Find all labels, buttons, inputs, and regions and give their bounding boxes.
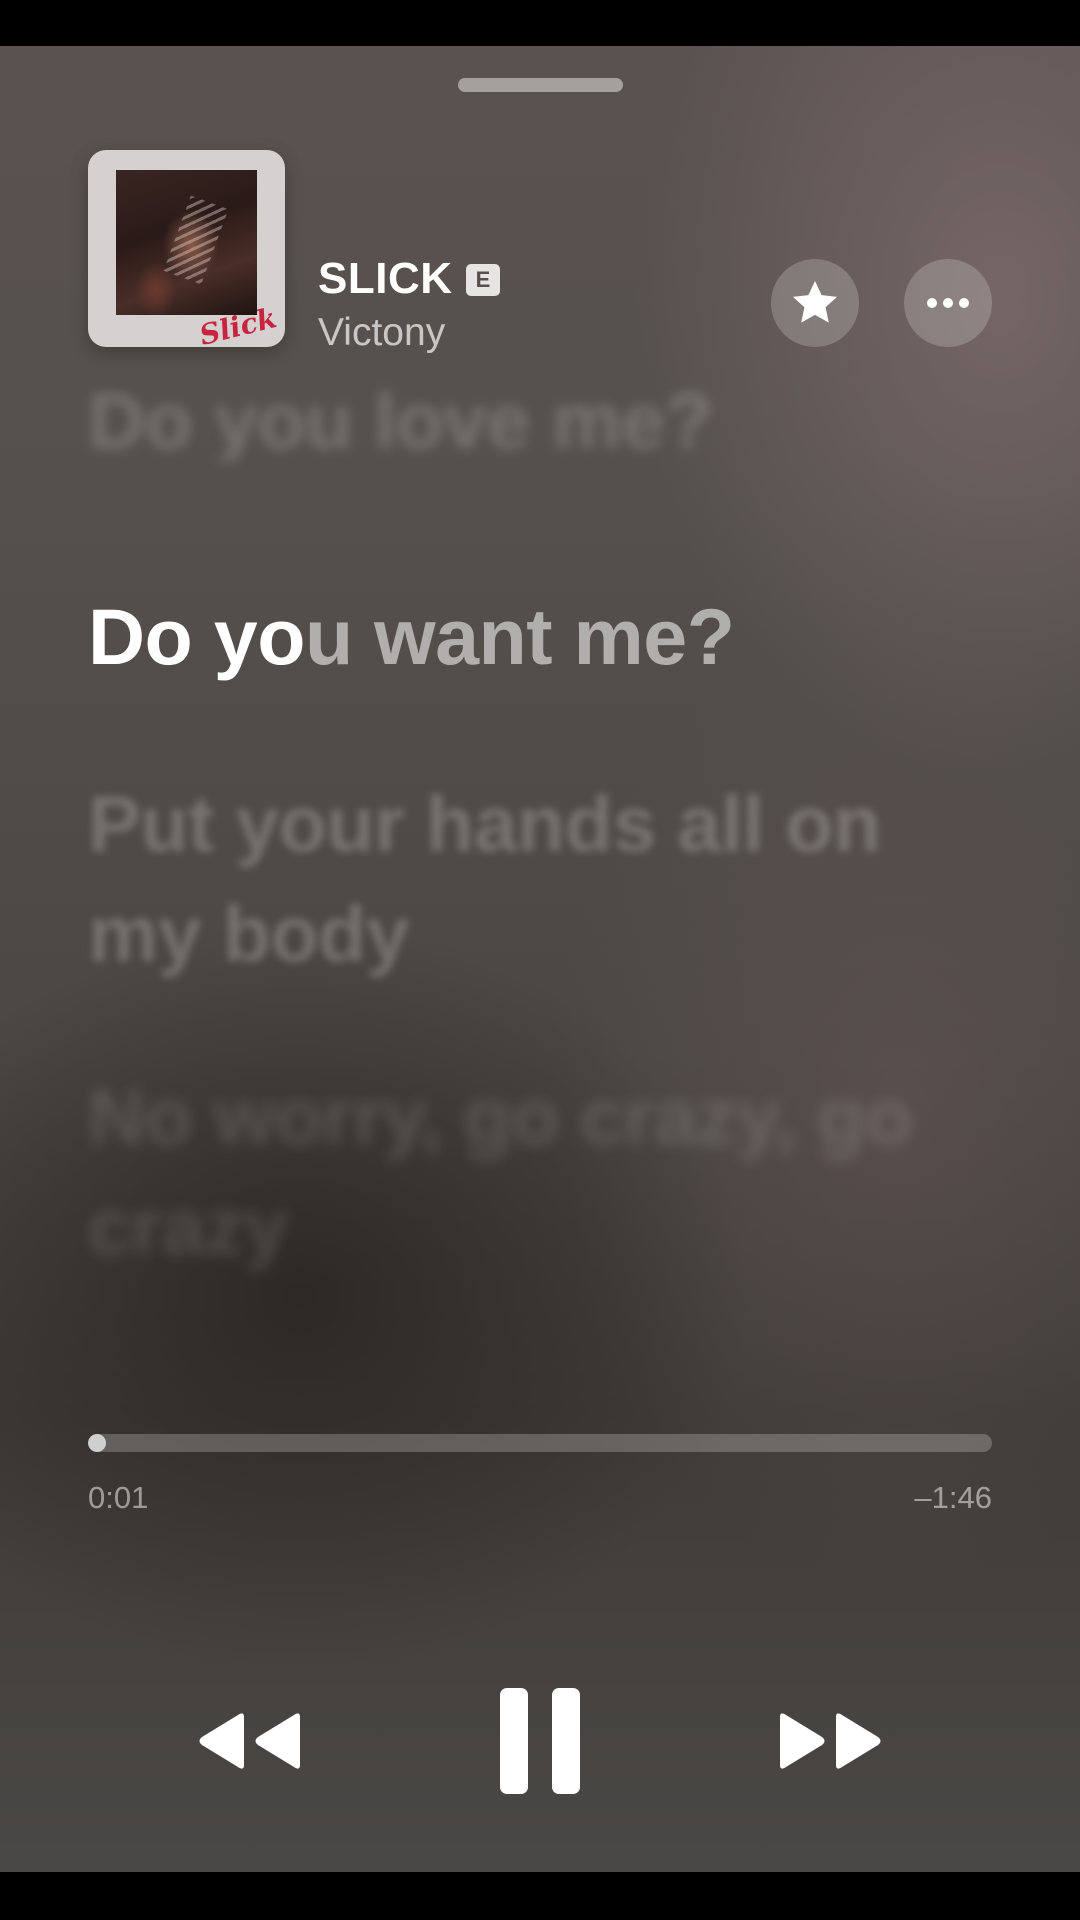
bottom-bar <box>0 1872 1080 1920</box>
playback-progress-fill <box>88 1434 106 1452</box>
forward-icon <box>780 1713 881 1769</box>
favorite-button[interactable] <box>771 259 859 347</box>
lyric-sung-part: Do yo <box>88 592 305 681</box>
lyric-line-previous[interactable]: Do you love me? <box>88 366 1008 461</box>
lyric-unsung-part: u want me? <box>304 592 735 681</box>
album-artwork-photo <box>116 170 257 315</box>
lyric-line-next[interactable]: No worry, go crazy, go crazy <box>88 1062 1008 1282</box>
star-icon <box>792 280 838 323</box>
sheet-grabber[interactable] <box>458 78 623 92</box>
explicit-badge: E <box>466 264 500 296</box>
pause-button[interactable] <box>480 1666 600 1816</box>
lyric-line-next[interactable]: Put your hands all on my body <box>88 769 1008 989</box>
remaining-time: –1:46 <box>914 1480 992 1515</box>
playback-scrubber[interactable] <box>88 1434 992 1452</box>
forward-button[interactable] <box>760 1686 900 1796</box>
album-artwork[interactable]: Slick <box>88 150 285 352</box>
now-playing-sheet: Slick SLICK E Victony Do you love me? Do… <box>0 46 1080 1872</box>
screen: Slick SLICK E Victony Do you love me? Do… <box>0 0 1080 1920</box>
artist-name[interactable]: Victony <box>318 310 445 356</box>
lyric-line-current[interactable]: Do you want me? <box>88 582 1008 692</box>
song-title[interactable]: SLICK <box>318 254 453 304</box>
ellipsis-icon <box>924 298 972 308</box>
more-options-button[interactable] <box>904 259 992 347</box>
elapsed-time: 0:01 <box>88 1480 149 1515</box>
rewind-button[interactable] <box>180 1686 320 1796</box>
backward-icon <box>199 1713 300 1769</box>
artwork-detail <box>163 195 229 285</box>
pause-icon <box>500 1688 580 1794</box>
